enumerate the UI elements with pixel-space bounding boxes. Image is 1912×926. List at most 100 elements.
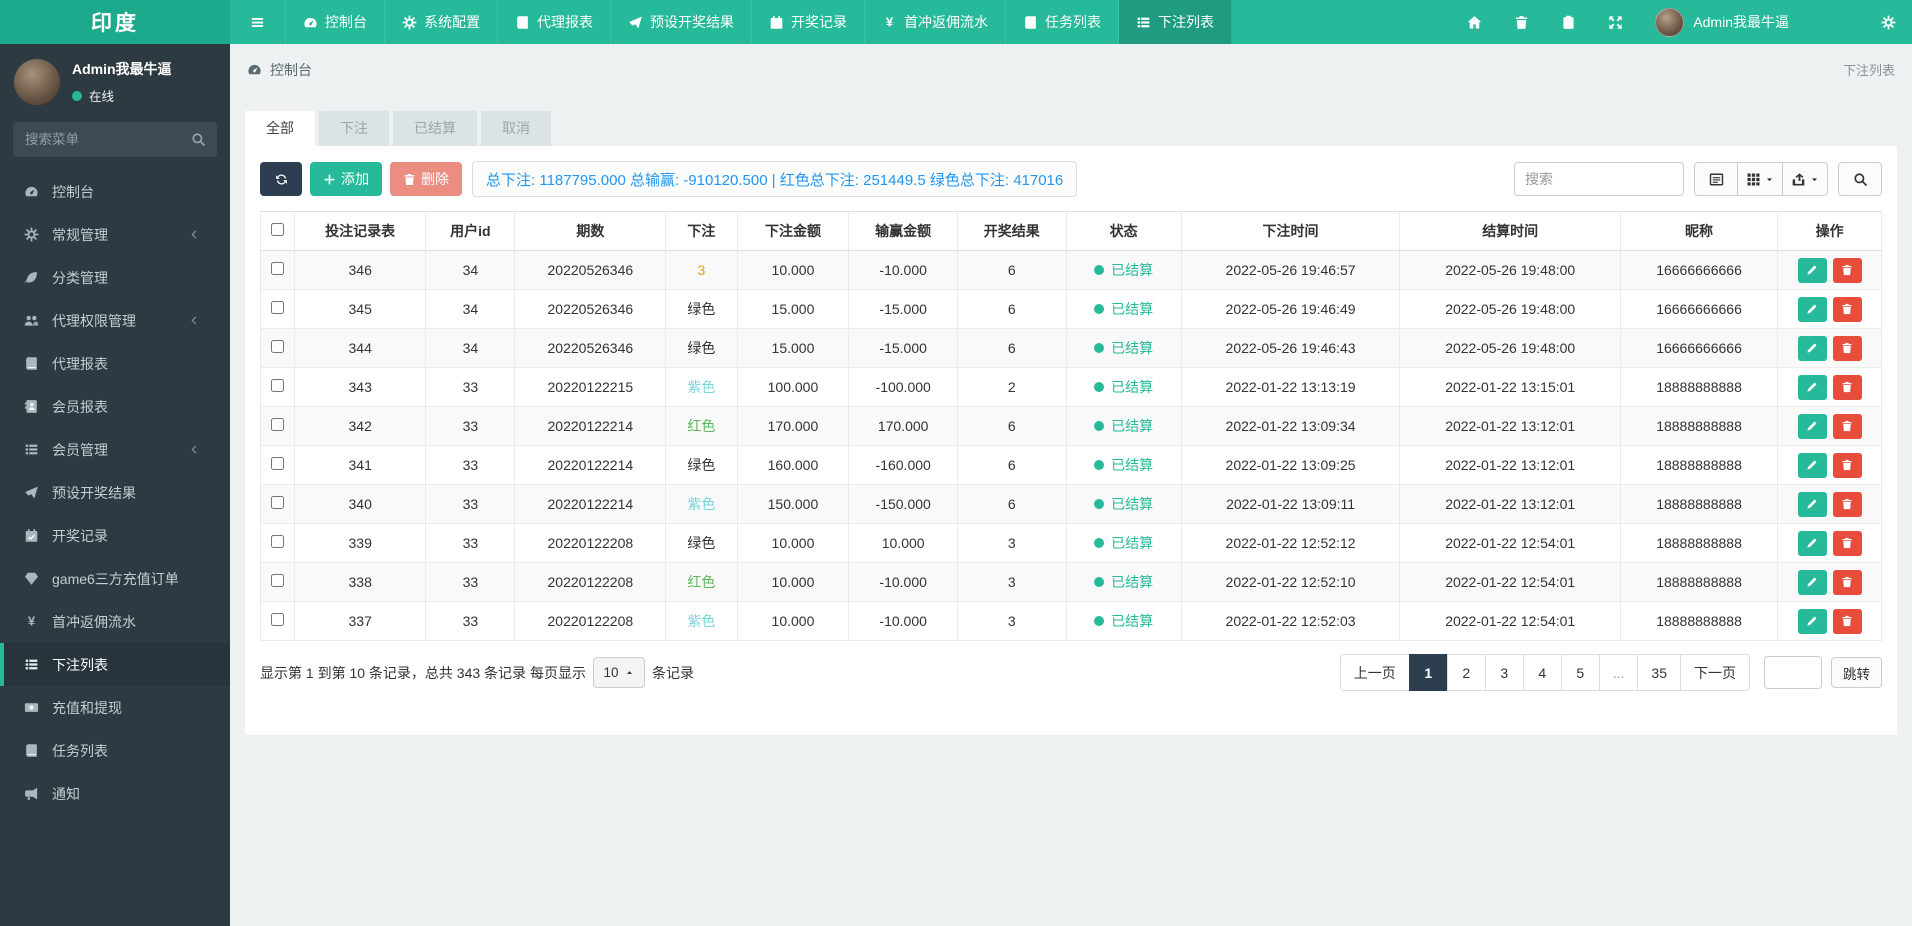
tab-1[interactable]: 全部	[245, 111, 315, 146]
columns-button[interactable]	[1737, 162, 1783, 196]
navbar-item-5[interactable]: 开奖记录	[752, 0, 865, 44]
navbar-item-8[interactable]: 下注列表	[1119, 0, 1232, 44]
cell-user-id: 33	[425, 406, 516, 446]
brand-logo[interactable]: 印度	[0, 0, 230, 44]
advanced-search-button[interactable]	[1838, 162, 1882, 196]
cell-record-id: 343	[294, 367, 427, 407]
edit-row-button[interactable]	[1797, 530, 1827, 556]
page-jump-button[interactable]: 跳转	[1831, 657, 1882, 688]
next-page-button[interactable]: 下一页	[1680, 654, 1750, 691]
delete-row-button[interactable]	[1832, 296, 1862, 322]
settings-gear-icon[interactable]	[1881, 15, 1896, 30]
edit-row-button[interactable]	[1797, 296, 1827, 322]
delete-row-button[interactable]	[1832, 608, 1862, 634]
row-checkbox[interactable]	[271, 613, 285, 626]
menu-search-input[interactable]	[13, 122, 217, 157]
delete-row-button[interactable]	[1832, 569, 1862, 595]
sidebar-item-1[interactable]: 控制台	[0, 170, 230, 213]
table-search-input[interactable]	[1514, 162, 1684, 196]
trash-icon[interactable]	[1514, 15, 1529, 30]
delete-row-button[interactable]	[1832, 374, 1862, 400]
cell-record-id: 346	[294, 250, 427, 290]
delete-button[interactable]: 删除	[390, 162, 462, 196]
tab-2[interactable]: 下注	[319, 111, 389, 146]
select-all-checkbox[interactable]	[271, 223, 285, 236]
navbar-item-1[interactable]: 控制台	[286, 0, 385, 44]
page-button-35[interactable]: 35	[1637, 654, 1681, 691]
home-icon[interactable]	[1467, 15, 1482, 30]
sidebar-item-7[interactable]: 会员管理	[0, 428, 230, 471]
export-button[interactable]	[1782, 162, 1828, 196]
delete-row-button[interactable]	[1832, 530, 1862, 556]
delete-row-button[interactable]	[1832, 413, 1862, 439]
navbar-item-2[interactable]: 系统配置	[385, 0, 498, 44]
page-button-4[interactable]: 4	[1522, 654, 1562, 691]
navbar-item-6[interactable]: ¥ 首冲返佣流水	[865, 0, 1006, 44]
row-checkbox[interactable]	[271, 379, 285, 392]
prev-page-button[interactable]: 上一页	[1339, 654, 1410, 691]
cell-user-id: 33	[425, 445, 516, 485]
row-checkbox[interactable]	[271, 496, 285, 509]
sidebar-item-10[interactable]: game6三方充值订单	[0, 557, 230, 600]
edit-row-button[interactable]	[1797, 452, 1827, 478]
row-checkbox[interactable]	[271, 262, 285, 275]
delete-row-button[interactable]	[1832, 452, 1862, 478]
delete-row-button[interactable]	[1832, 257, 1862, 283]
page-button-1[interactable]: 1	[1408, 654, 1448, 691]
breadcrumb[interactable]: 控制台	[270, 60, 312, 80]
row-checkbox[interactable]	[271, 457, 285, 470]
refresh-button[interactable]	[260, 162, 302, 196]
cell-actions	[1777, 523, 1882, 563]
row-checkbox[interactable]	[271, 418, 285, 431]
sidebar-item-9[interactable]: 开奖记录	[0, 514, 230, 557]
edit-row-button[interactable]	[1797, 335, 1827, 361]
page-jump-input[interactable]	[1764, 656, 1822, 689]
sidebar-item-12[interactable]: 下注列表	[0, 643, 230, 686]
main-content: 控制台 下注列表 全部 下注 已结算 取消 添加 删除 总下注: 1187795.00…	[230, 0, 1912, 735]
row-checkbox[interactable]	[271, 301, 285, 314]
sidebar-item-14[interactable]: 任务列表	[0, 729, 230, 772]
edit-row-button[interactable]	[1797, 257, 1827, 283]
view-button-group	[1694, 162, 1828, 196]
sidebar-toggle-button[interactable]	[230, 0, 286, 44]
edit-row-button[interactable]	[1797, 491, 1827, 517]
page-button-5[interactable]: 5	[1560, 654, 1600, 691]
column-header: 操作	[1777, 211, 1882, 251]
detail-view-button[interactable]	[1694, 162, 1738, 196]
tab-4[interactable]: 取消	[481, 111, 551, 146]
edit-row-button[interactable]	[1797, 374, 1827, 400]
user-menu[interactable]: Admin我最牛逼	[1655, 7, 1789, 37]
fullscreen-icon[interactable]	[1608, 15, 1623, 30]
row-checkbox[interactable]	[271, 340, 285, 353]
sidebar-item-4[interactable]: 代理权限管理	[0, 299, 230, 342]
add-button[interactable]: 添加	[310, 162, 382, 196]
sidebar-item-11[interactable]: ¥ 首冲返佣流水	[0, 600, 230, 643]
sidebar-item-15[interactable]: 通知	[0, 772, 230, 815]
navbar-item-7[interactable]: 任务列表	[1006, 0, 1119, 44]
sidebar-item-3[interactable]: 分类管理	[0, 256, 230, 299]
sidebar-item-5[interactable]: 代理报表	[0, 342, 230, 385]
page-size-select[interactable]: 10	[592, 657, 645, 688]
sidebar-item-8[interactable]: 预设开奖结果	[0, 471, 230, 514]
edit-row-button[interactable]	[1797, 413, 1827, 439]
tab-3[interactable]: 已结算	[393, 111, 477, 146]
edit-row-button[interactable]	[1797, 608, 1827, 634]
sidebar-item-6[interactable]: 会员报表	[0, 385, 230, 428]
status-badge: 已结算	[1111, 301, 1154, 317]
delete-row-button[interactable]	[1832, 335, 1862, 361]
cell-actions	[1777, 250, 1882, 290]
delete-row-button[interactable]	[1832, 491, 1862, 517]
clear-cache-icon[interactable]	[1561, 15, 1576, 30]
navbar-item-4[interactable]: 预设开奖结果	[611, 0, 752, 44]
cell-actions	[1777, 484, 1882, 524]
cell-win-loss: -15.000	[848, 289, 958, 329]
page-button-3[interactable]: 3	[1484, 654, 1524, 691]
row-checkbox[interactable]	[271, 574, 285, 587]
trash-icon	[1841, 303, 1853, 315]
sidebar-item-13[interactable]: 充值和提现	[0, 686, 230, 729]
navbar-item-3[interactable]: 代理报表	[498, 0, 611, 44]
edit-row-button[interactable]	[1797, 569, 1827, 595]
sidebar-item-2[interactable]: 常规管理	[0, 213, 230, 256]
page-button-2[interactable]: 2	[1446, 654, 1486, 691]
row-checkbox[interactable]	[271, 535, 285, 548]
